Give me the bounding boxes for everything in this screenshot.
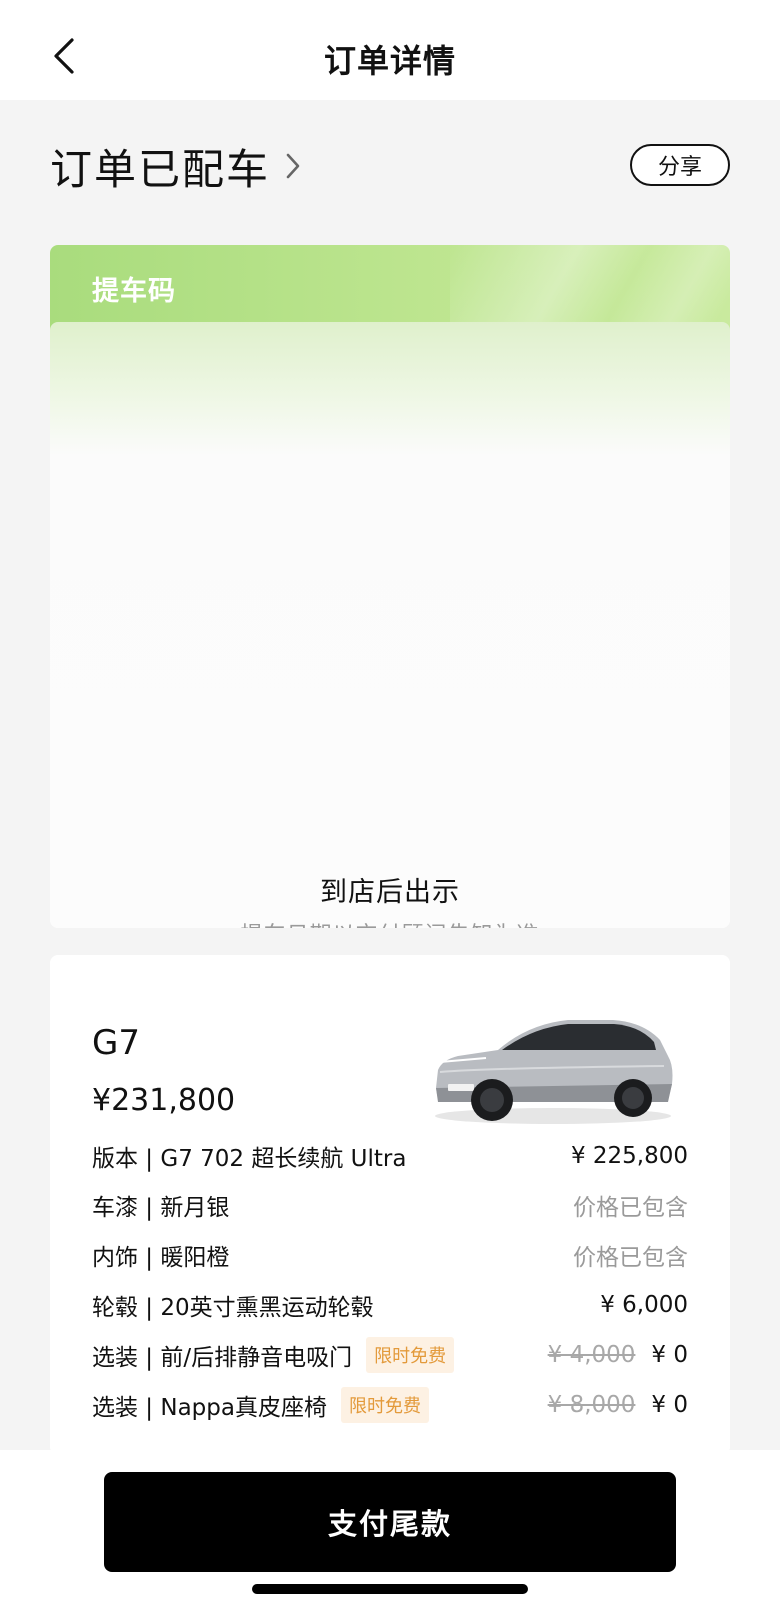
order-status-link[interactable]: 订单已配车 xyxy=(50,138,302,194)
spec-price: ¥ 0 xyxy=(651,1342,688,1368)
spec-label: 车漆 | 新月银 xyxy=(92,1195,230,1221)
spec-row-option-seats: 选装 | Nappa真皮座椅 限时免费 ¥ 8,000 ¥ 0 xyxy=(92,1387,688,1423)
page-title: 订单详情 xyxy=(323,42,456,80)
spec-price: 价格已包含 xyxy=(573,1195,688,1221)
spec-label: 选装 | Nappa真皮座椅 xyxy=(92,1395,327,1421)
spec-price: ¥ 225,800 xyxy=(570,1143,688,1169)
spec-label: 选装 | 前/后排静音电吸门 xyxy=(92,1345,353,1371)
nav-bar: 订单详情 xyxy=(0,0,780,100)
spec-label: 内饰 | 暖阳橙 xyxy=(92,1245,230,1271)
spec-row-option-doors: 选装 | 前/后排静音电吸门 限时免费 ¥ 4,000 ¥ 0 xyxy=(92,1337,688,1373)
spec-row-version: 版本 | G7 702 超长续航 Ultra ¥ 225,800 xyxy=(92,1138,688,1174)
spec-row-wheels: 轮毂 | 20英寸熏黑运动轮毂 ¥ 6,000 xyxy=(92,1287,688,1323)
promo-badge: 限时免费 xyxy=(340,1387,429,1423)
spec-label: 版本 | G7 702 超长续航 Ultra xyxy=(92,1146,407,1172)
car-details-card: G7 ¥231,800 版本 | G7 702 超长续航 Ultra ¥ 225… xyxy=(50,955,730,1455)
car-model-name: G7 xyxy=(92,1023,140,1063)
spec-price: ¥ 0 xyxy=(651,1392,688,1418)
bottom-action-bar: 支付尾款 xyxy=(0,1450,780,1606)
show-at-store-text: 到店后出示 xyxy=(320,877,460,908)
spec-price: ¥ 6,000 xyxy=(600,1292,688,1318)
pickup-date-note: 提车日期以交付顾问告知为准 xyxy=(50,917,730,928)
share-button[interactable]: 分享 xyxy=(630,144,730,186)
spec-price: 价格已包含 xyxy=(573,1245,688,1271)
pickup-code-body: 到店后出示 提车日期以交付顾问告知为准 xyxy=(50,322,730,928)
pay-balance-button[interactable]: 支付尾款 xyxy=(104,1472,676,1572)
pickup-code-label: 提车码 xyxy=(92,276,176,307)
spec-row-interior: 内饰 | 暖阳橙 价格已包含 xyxy=(92,1237,688,1273)
spec-label: 轮毂 | 20英寸熏黑运动轮毂 xyxy=(92,1295,374,1321)
original-price: ¥ 4,000 xyxy=(547,1342,636,1368)
chevron-right-icon xyxy=(284,151,302,181)
promo-badge: 限时免费 xyxy=(366,1337,455,1373)
home-indicator xyxy=(252,1584,528,1594)
pickup-code-card: 提车码 到店后出示 提车日期以交付顾问告知为准 xyxy=(50,245,730,928)
order-status-title: 订单已配车 xyxy=(50,144,271,194)
car-total-price: ¥231,800 xyxy=(92,1083,236,1118)
spec-row-paint: 车漆 | 新月银 价格已包含 xyxy=(92,1187,688,1223)
car-image xyxy=(435,1020,673,1124)
original-price: ¥ 8,000 xyxy=(547,1392,636,1418)
